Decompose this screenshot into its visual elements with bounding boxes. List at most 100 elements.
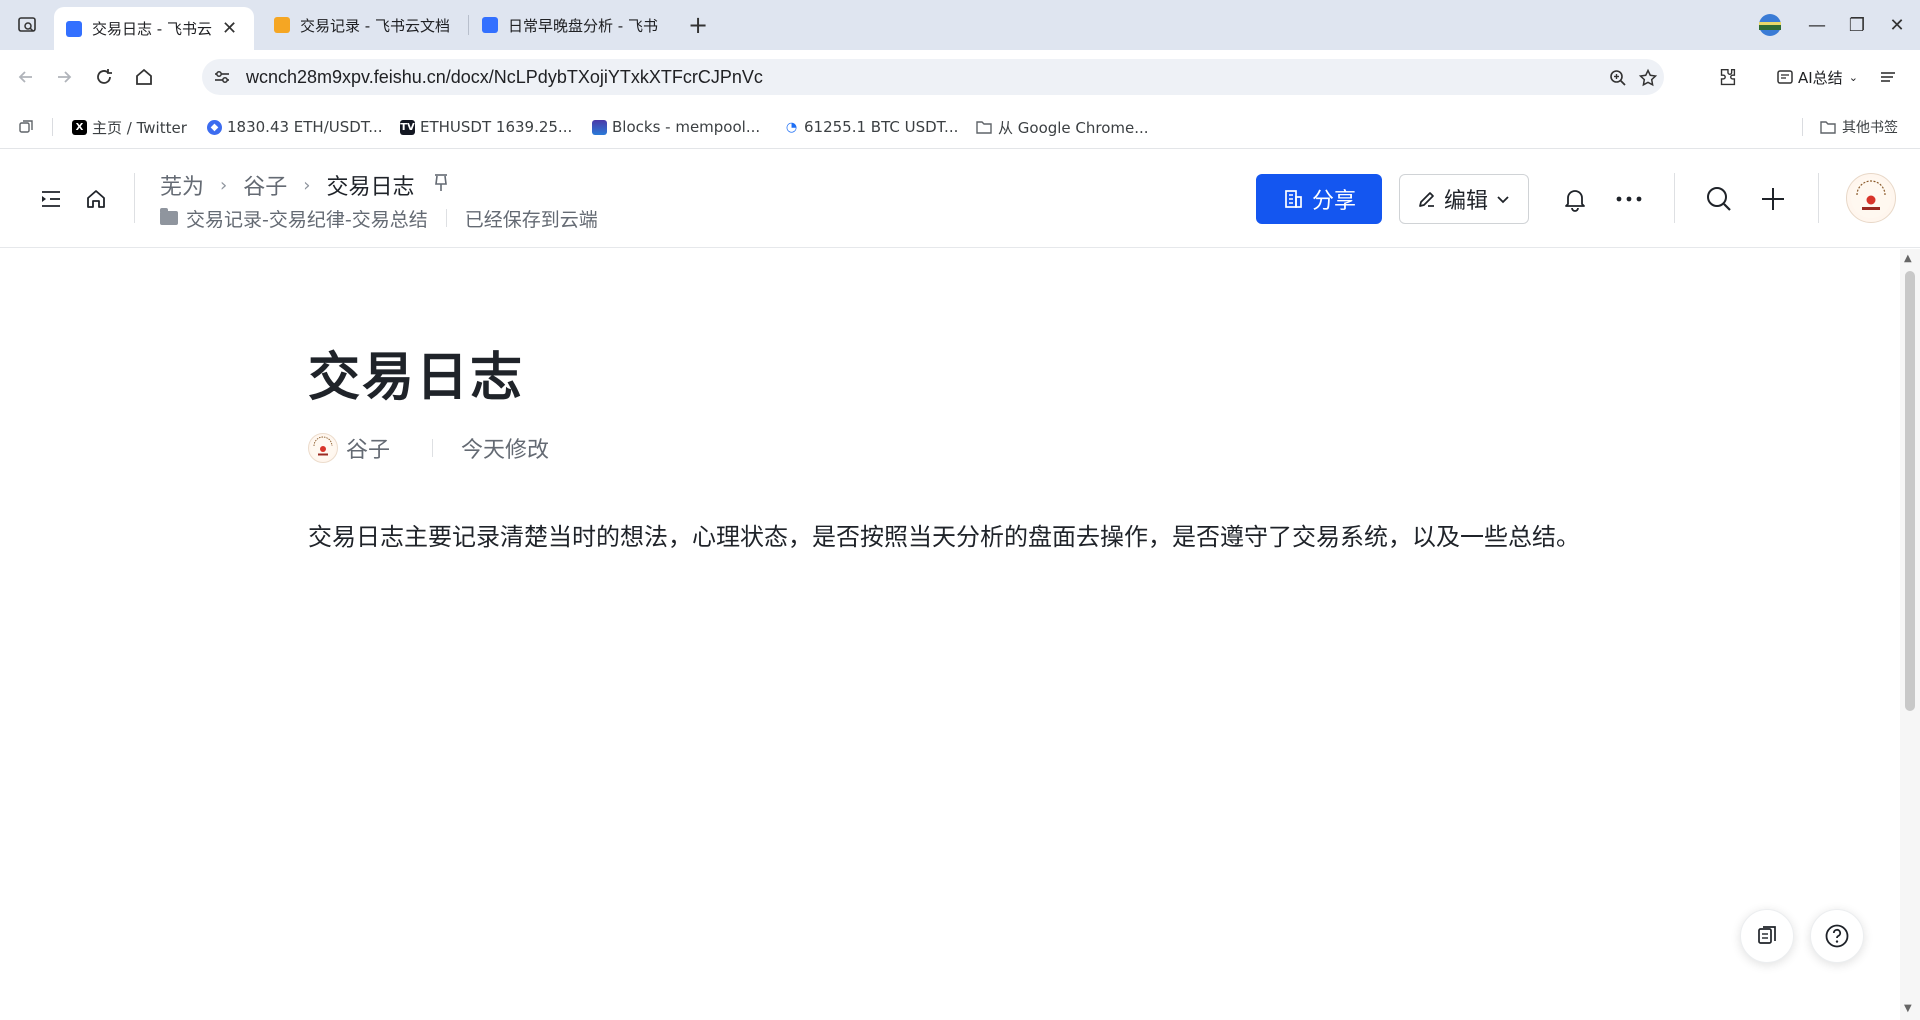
okx-icon: ◔	[784, 119, 799, 135]
bookmark-star-icon[interactable]	[1636, 66, 1660, 90]
save-status: 已经保存到云端	[464, 208, 598, 231]
bookmark-label: Blocks - mempool...	[612, 118, 761, 136]
breadcrumb: 芜为 › 谷子 › 交易日志	[160, 170, 450, 200]
folder-path[interactable]: 交易记录-交易纪律-交易总结	[186, 205, 428, 232]
zoom-icon[interactable]	[1606, 66, 1630, 90]
breadcrumb-item[interactable]: 谷子	[243, 169, 287, 201]
modified-time: 今天修改	[461, 438, 550, 463]
home-icon[interactable]	[128, 61, 160, 93]
chart-favicon-icon	[274, 17, 290, 33]
folder-icon	[976, 121, 992, 134]
ai-summary-button[interactable]: AI总结 ⌄	[1776, 62, 1858, 92]
tab-trading-records[interactable]: 交易记录 - 飞书云文档	[262, 7, 462, 43]
share-building-icon	[1285, 190, 1302, 208]
bookmarks-bar: X 主页 / Twitter ◆ 1830.43 ETH/USDT... TV …	[0, 104, 1920, 149]
doc-location-line: 交易记录-交易纪律-交易总结 已经保存到云端	[160, 205, 598, 232]
url-text[interactable]: wcnch28m9xpv.feishu.cn/docx/NcLPdybTXoji…	[246, 67, 763, 88]
seal-avatar-icon	[311, 436, 335, 460]
pencil-icon	[1419, 192, 1434, 207]
doc-title[interactable]: 交易日志	[308, 335, 524, 410]
share-label: 分享	[1311, 189, 1356, 214]
chevron-down-icon	[1497, 196, 1509, 204]
header-divider	[1818, 173, 1819, 223]
folder-icon	[1820, 121, 1836, 134]
scroll-down-icon[interactable]: ▼	[1904, 1003, 1912, 1014]
edit-label: 编辑	[1443, 189, 1488, 214]
meta-divider	[432, 439, 434, 457]
x-logo-icon: X	[72, 119, 87, 135]
edit-mode-button[interactable]: 编辑	[1399, 174, 1529, 224]
tab-groups-icon[interactable]	[18, 116, 34, 138]
scrollbar-thumb[interactable]	[1905, 271, 1915, 711]
notification-bell-icon[interactable]	[1560, 184, 1590, 214]
add-icon[interactable]	[1758, 184, 1788, 214]
reload-icon[interactable]	[88, 61, 120, 93]
doc-header: 芜为 › 谷子 › 交易日志 交易记录-交易纪律-交易总结 已经保存到云端 分享…	[0, 149, 1920, 248]
forward-icon[interactable]	[48, 61, 80, 93]
pin-icon[interactable]	[432, 173, 450, 198]
close-tab-icon[interactable]: ✕	[222, 18, 237, 39]
bookmark-btc-usdt[interactable]: ◔ 61255.1 BTC USDT...	[784, 116, 958, 138]
expand-sidebar-icon[interactable]	[36, 184, 66, 214]
doc-paragraph[interactable]: 交易日志主要记录清楚当时的想法，心理状态，是否按照当天分析的盘面去操作，是否遵守…	[308, 517, 1588, 557]
bookmark-label: 61255.1 BTC USDT...	[804, 118, 959, 136]
breadcrumb-current[interactable]: 交易日志	[326, 169, 414, 201]
tradingview-icon: TV	[400, 119, 415, 135]
folder-icon	[160, 208, 178, 225]
doc-outline-button[interactable]	[1740, 909, 1794, 963]
more-options-icon[interactable]	[1614, 184, 1644, 214]
extensions-icon[interactable]	[1716, 62, 1738, 92]
ai-summary-icon	[1777, 70, 1793, 84]
browser-toolbar: wcnch28m9xpv.feishu.cn/docx/NcLPdybTXoji…	[0, 50, 1920, 104]
user-avatar[interactable]	[1846, 173, 1896, 223]
restore-icon[interactable]: ❐	[1837, 10, 1877, 40]
vertical-scrollbar[interactable]: ▲ ▼	[1900, 249, 1920, 1020]
bookmark-mempool[interactable]: Blocks - mempool...	[592, 116, 760, 138]
chevron-right-icon: ›	[303, 174, 311, 196]
tab-divider	[468, 15, 469, 35]
bookmark-label: ETHUSDT 1639.25...	[420, 118, 573, 136]
other-bookmarks[interactable]: 其他书签	[1820, 116, 1898, 138]
tab-title: 交易日志 - 飞书云	[92, 20, 212, 38]
menu-icon[interactable]	[1878, 62, 1898, 92]
close-window-icon[interactable]: ✕	[1877, 10, 1917, 40]
header-divider	[1674, 173, 1675, 223]
ai-summary-label: AI总结	[1798, 68, 1843, 87]
minimize-icon[interactable]: —	[1797, 10, 1837, 40]
bookmarks-divider	[52, 118, 53, 136]
doc-canvas: 交易日志 谷子 今天修改 交易日志主要记录清楚当时的想法，心理状态，是否按照当天…	[0, 249, 1900, 1020]
bookmarks-divider	[1802, 118, 1803, 136]
bookmark-label: 从 Google Chrome...	[998, 118, 1149, 137]
site-info-icon[interactable]	[212, 67, 232, 91]
chevron-down-icon: ⌄	[1848, 70, 1858, 84]
back-icon[interactable]	[10, 61, 42, 93]
home-icon[interactable]	[81, 184, 111, 214]
share-button[interactable]: 分享	[1256, 174, 1382, 224]
author-name[interactable]: 谷子	[346, 432, 390, 464]
browser-tab-bar: 交易日志 - 飞书云 ✕ 交易记录 - 飞书云文档 日常早晚盘分析 - 飞书 +…	[0, 0, 1920, 50]
doc-favicon-icon	[482, 17, 498, 33]
tab-search-icon[interactable]	[10, 9, 44, 41]
address-bar[interactable]: wcnch28m9xpv.feishu.cn/docx/NcLPdybTXoji…	[202, 59, 1664, 95]
search-icon[interactable]	[1704, 184, 1734, 214]
help-button[interactable]	[1810, 909, 1864, 963]
new-tab-button[interactable]: +	[682, 9, 714, 41]
bookmark-label: 主页 / Twitter	[92, 118, 187, 137]
breadcrumb-item[interactable]: 芜为	[160, 169, 204, 201]
tab-title: 交易记录 - 飞书云文档	[300, 16, 450, 35]
subline-divider	[445, 209, 447, 227]
scroll-up-icon[interactable]: ▲	[1904, 253, 1912, 264]
profile-avatar-icon[interactable]	[1750, 10, 1790, 40]
bookmark-ethusdt-tv[interactable]: TV ETHUSDT 1639.25...	[400, 116, 572, 138]
tab-trading-log[interactable]: 交易日志 - 飞书云 ✕	[54, 7, 254, 50]
author-avatar[interactable]	[308, 433, 338, 463]
tab-daily-analysis[interactable]: 日常早晚盘分析 - 飞书	[470, 7, 670, 43]
bookmark-label: 1830.43 ETH/USDT...	[227, 118, 383, 136]
bookmark-eth-usdt[interactable]: ◆ 1830.43 ETH/USDT...	[207, 116, 383, 138]
seal-avatar-icon	[1851, 178, 1891, 218]
doc-meta: 谷子 今天修改	[308, 431, 549, 465]
header-divider	[134, 173, 135, 223]
bookmark-folder-chrome[interactable]: 从 Google Chrome...	[976, 116, 1149, 138]
bookmark-twitter[interactable]: X 主页 / Twitter	[72, 116, 187, 138]
chevron-right-icon: ›	[220, 174, 228, 196]
